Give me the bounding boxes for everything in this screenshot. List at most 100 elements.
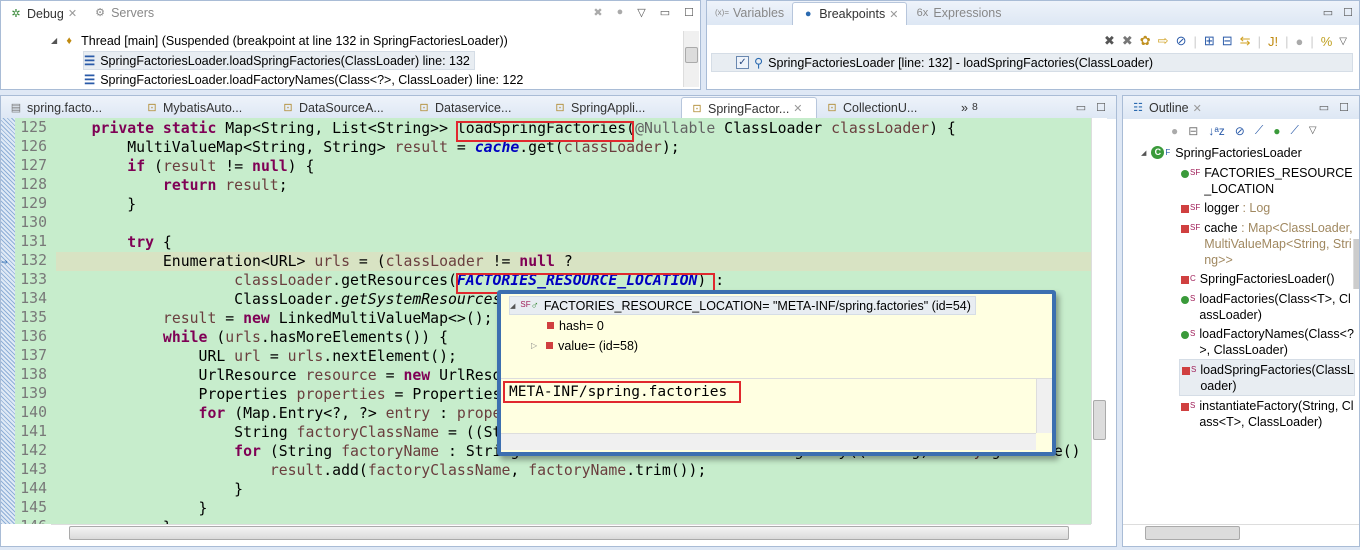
threads-icon[interactable]: ● [617,6,624,19]
view-menu-icon[interactable]: ▽ [1309,125,1317,136]
skip-all-breakpoints-icon[interactable]: ⊘ [1176,33,1187,49]
code-line[interactable]: if (result != null) { [56,157,314,176]
view-menu-icon[interactable]: ▽ [1339,36,1347,47]
expand-all-icon[interactable]: ⊞ [1204,33,1215,49]
link-with-debug-icon[interactable]: ⇆ [1240,33,1251,49]
editor-tab[interactable]: ⊡ DataSourceA... [273,97,409,119]
variable-child[interactable]: ▷ value= (id=58) [531,336,638,355]
vertical-scrollbar[interactable] [1091,118,1107,524]
tab-outline[interactable]: ☷ Outline ✕ [1123,97,1210,120]
tab-expressions[interactable]: 6x Expressions [907,2,1009,24]
public-field-icon [1181,170,1189,178]
outline-member[interactable]: SF FACTORIES_RESOURCE_LOCATION [1179,163,1355,198]
tab-servers[interactable]: ⚙ Servers [85,2,162,24]
code-line[interactable]: } [56,195,136,214]
horizontal-scrollbar[interactable] [501,433,1036,450]
editor-tab[interactable]: ⊡ SpringFactor... ✕ [681,96,817,120]
stack-frame[interactable]: ☰ SpringFactoriesLoader.loadFactoryNames(… [84,70,523,89]
variable-node[interactable]: ◢ SF♂ FACTORIES_RESOURCE_LOCATION= "META-I… [509,296,976,315]
outline-class-node[interactable]: ◢ C F SpringFactoriesLoader [1141,143,1302,162]
vertical-scrollbar[interactable] [1353,239,1359,289]
detail-pane[interactable]: META-INF/spring.factories [501,378,1052,450]
code-line[interactable]: while (urls.hasMoreElements()) { [56,328,448,347]
outline-member[interactable]: C SpringFactoriesLoader() [1179,269,1355,289]
maximize-icon[interactable]: ☐ [1339,101,1349,114]
close-icon[interactable]: ✕ [68,7,77,20]
outline-member[interactable]: SinstantiateFactory(String, Class<T>, Cl… [1179,396,1355,431]
breakpoint-properties-icon[interactable]: % [1321,34,1333,49]
thread-node[interactable]: ◢ ♦ Thread [main] (Suspended (breakpoint a… [51,31,508,50]
editor-tab[interactable]: ⊡ CollectionU... [817,97,953,119]
horizontal-scrollbar[interactable] [1123,524,1359,541]
close-icon[interactable]: ✕ [793,102,802,115]
minimize-icon[interactable]: ▭ [1319,101,1329,114]
expand-arrow-icon[interactable]: ◢ [51,36,57,45]
maximize-icon[interactable]: ☐ [684,6,694,19]
collapse-arrow-icon[interactable]: ◢ [1141,149,1146,157]
class-file-icon: ⊡ [147,101,157,114]
remove-breakpoint-icon[interactable]: ✖ [1104,33,1115,49]
remove-terminated-icon[interactable]: ✖ [593,6,602,19]
code-line[interactable]: return result; [56,176,288,195]
editor-tab[interactable]: ⊡ Dataservice... [409,97,545,119]
expand-arrow-icon[interactable]: ▷ [531,341,537,350]
vertical-scrollbar[interactable] [683,31,699,87]
close-icon[interactable]: ✕ [889,8,898,21]
outline-member[interactable]: SloadSpringFactories(ClassLoader) [1179,359,1355,396]
minimize-icon[interactable]: ▭ [660,6,670,19]
hide-static-icon[interactable]: ⟋ [1255,123,1263,138]
minimize-icon[interactable]: ▭ [1076,101,1086,114]
tab-debug[interactable]: ✲ Debug ✕ [1,2,86,25]
editor-tab[interactable]: ⊡ SpringAppli... [545,97,681,119]
code-line[interactable]: } [56,480,243,499]
go-to-file-icon[interactable]: ⇨ [1158,33,1169,49]
maximize-icon[interactable]: ☐ [1096,101,1106,114]
vertical-scrollbar[interactable] [1036,379,1052,433]
more-tabs-button[interactable]: » 8 [953,97,986,119]
outline-member[interactable]: SF cache : Map<ClassLoader, MultiValueMap… [1179,218,1355,269]
sort-icon[interactable]: ↓ᵃz [1208,124,1224,138]
tab-breakpoints[interactable]: ● Breakpoints ✕ [792,2,908,25]
close-icon[interactable]: ✕ [1193,102,1202,115]
view-menu-icon[interactable]: ▽ [637,6,645,19]
hide-non-public-icon[interactable]: ● [1273,124,1280,138]
collapse-all-icon[interactable]: ⊟ [1222,33,1233,49]
breakpoint-checkbox[interactable]: ✓ [736,56,749,69]
maximize-icon[interactable]: ☐ [1343,6,1353,19]
hide-fields-icon[interactable]: ⊘ [1235,124,1245,138]
tab-variables[interactable]: (x)= Variables [707,2,792,24]
variable-inspect-popup[interactable]: ◢ SF♂ FACTORIES_RESOURCE_LOCATION= "META-I… [497,290,1056,456]
stack-frame-icon: ☰ [84,54,96,68]
collapse-all-icon[interactable]: ⊟ [1188,124,1198,138]
hide-local-types-icon[interactable]: ⟋ [1291,123,1299,138]
collapse-arrow-icon[interactable]: ◢ [510,302,515,310]
stack-frame-icon: ☰ [84,73,96,87]
code-line[interactable]: result = new LinkedMultiValueMap<>(); [56,309,493,328]
code-token: result [394,139,448,156]
show-supported-breakpoints-icon[interactable]: ✿ [1140,33,1151,49]
code-line[interactable]: Enumeration<URL> urls = (classLoader != … [56,252,573,271]
horizontal-scrollbar[interactable] [51,524,1091,541]
final-modifier-badge: F [1165,148,1171,157]
outline-member[interactable]: SloadFactories(Class<T>, ClassLoader) [1179,289,1355,324]
code-token: resource [305,367,377,384]
threads-icon[interactable]: ● [1295,34,1303,49]
modifier-badge: S [1191,365,1197,374]
code-line[interactable]: try { [56,233,172,252]
outline-member[interactable]: SF logger : Log [1179,198,1355,218]
code-line[interactable]: URL url = urls.nextElement(); [56,347,457,366]
java-exception-breakpoint-icon[interactable]: J! [1268,34,1278,49]
focus-icon[interactable]: ● [1171,124,1178,138]
code-line[interactable]: } [56,499,208,518]
variable-child[interactable]: hash= 0 [547,316,604,335]
breakpoint-item[interactable]: ✓ ⚲ SpringFactoriesLoader [line: 132] - … [711,53,1353,72]
editor-tab[interactable]: ▤ spring.facto... [1,97,137,119]
outline-member[interactable]: SloadFactoryNames(Class<?>, ClassLoader) [1179,324,1355,359]
stack-frame[interactable]: ☰ SpringFactoriesLoader.loadSpringFactori… [83,51,475,70]
code-line[interactable]: result.add(factoryClassName, factoryName… [56,461,707,480]
minimize-icon[interactable]: ▭ [1323,6,1333,19]
remove-all-breakpoints-icon[interactable]: ✖ [1122,33,1133,49]
member-text: instantiateFactory(String, Class<T>, Cla… [1199,398,1355,430]
editor-tab[interactable]: ⊡ MybatisAuto... [137,97,273,119]
